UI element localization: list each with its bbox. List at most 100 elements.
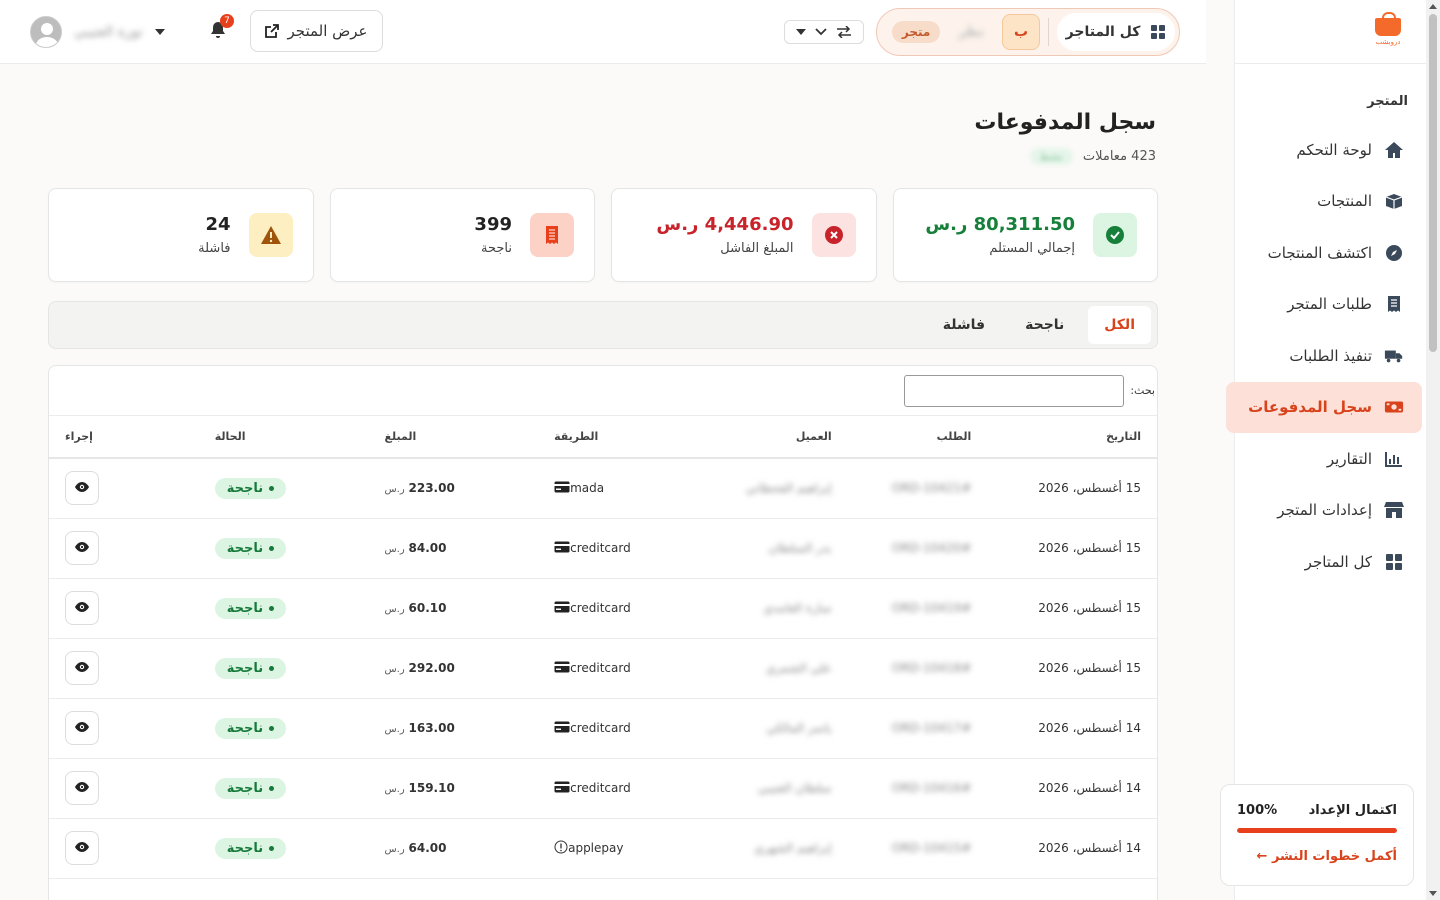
- scroll-down-arrow[interactable]: [1429, 891, 1437, 896]
- user-menu[interactable]: نورة العتيبي: [30, 16, 165, 48]
- grid-icon: [1384, 552, 1404, 572]
- table-row[interactable]: 15 أغسطس، 2026 #ORD-10420 بدر السلطان credi…: [49, 518, 1157, 579]
- view-payment-button[interactable]: [65, 471, 99, 506]
- cell-date: 15 أغسطس، 2026: [987, 638, 1157, 699]
- cell-currency: ر.س: [384, 784, 405, 795]
- cell-amount: 223.00: [408, 481, 455, 496]
- scroll-up-arrow[interactable]: [1429, 4, 1437, 9]
- sidebar-item-label: كل المتاجر: [1304, 552, 1372, 571]
- receipt-icon: [530, 213, 574, 257]
- cell-currency: ر.س: [384, 604, 405, 615]
- stat-card-2: 399 ناجحة: [329, 188, 595, 282]
- table-row[interactable]: 15 أغسطس، 2026 #ORD-10419 سارة الغامدي cred…: [49, 578, 1157, 639]
- store-chip-store[interactable]: متجر: [891, 21, 941, 43]
- complete-publish-steps-link[interactable]: أكمل خطوات النشر ←: [1237, 849, 1397, 864]
- sidebar-item-8[interactable]: كل المتاجر: [1226, 536, 1422, 588]
- store-chip-blurred[interactable]: نظر: [948, 14, 994, 50]
- notifications-badge: 7: [220, 14, 234, 28]
- cell-date: 14 أغسطس، 2026: [987, 698, 1157, 759]
- stat-value: 399: [474, 214, 512, 235]
- search-input[interactable]: [904, 374, 1125, 407]
- status-pill-blurred: نشط: [1029, 148, 1073, 165]
- store-swap-control[interactable]: [784, 20, 864, 44]
- view-payment-button[interactable]: [65, 591, 99, 625]
- home-icon: [1384, 140, 1404, 160]
- eye-icon: [74, 841, 90, 856]
- card-icon: [554, 601, 570, 616]
- sidebar-item-2[interactable]: اكتشف المنتجات: [1226, 227, 1422, 279]
- cell-order: #ORD-10418: [891, 661, 972, 675]
- view-payment-button[interactable]: [65, 711, 99, 745]
- column-header-1[interactable]: الطلب: [847, 416, 988, 459]
- tab-2[interactable]: فاشلة: [927, 306, 1001, 344]
- external-link-icon: [265, 24, 280, 38]
- cell-customer: علي الشمري: [766, 661, 832, 675]
- sidebar-item-5[interactable]: سجل المدفوعات: [1226, 381, 1422, 433]
- sidebar-item-7[interactable]: إعدادات المتجر: [1226, 485, 1422, 537]
- table-row[interactable]: 14 أغسطس، 2026 #ORD-10415 إبراهيم الشهري ap…: [49, 818, 1157, 879]
- user-caret-icon: [154, 29, 165, 35]
- brand-logo[interactable]: دروبشب: [1368, 12, 1408, 52]
- stats-row: 80,311.50 ر.س إجمالي المستلم 4,446.90 ر.س ا…: [48, 188, 1158, 282]
- sidebar-item-0[interactable]: لوحة التحكم: [1226, 124, 1422, 176]
- card-icon: [554, 781, 570, 796]
- search-label: بحث:: [1130, 384, 1155, 397]
- view-payment-button[interactable]: [65, 651, 99, 685]
- cell-date: 14 أغسطس، 2026: [987, 758, 1157, 819]
- column-header-0[interactable]: التاريخ: [987, 416, 1157, 459]
- sidebar-item-1[interactable]: المنتجات: [1226, 176, 1422, 228]
- card-icon: [554, 661, 570, 676]
- column-header-6[interactable]: إجراء: [49, 416, 199, 459]
- column-header-2[interactable]: العميل: [707, 416, 848, 459]
- status-badge: ناجحة: [214, 777, 287, 799]
- table-row[interactable]: 15 أغسطس، 2026 #ORD-10421 إبراهيم القحطاني…: [49, 458, 1157, 519]
- transactions-count: 423 معاملات: [1082, 149, 1156, 164]
- store-chip-b[interactable]: ب: [1002, 14, 1040, 50]
- sidebar-item-label: التقارير: [1326, 449, 1372, 468]
- page-scrollbar[interactable]: [1426, 0, 1440, 900]
- stat-value: 4,446.90 ر.س: [656, 214, 794, 235]
- tab-1[interactable]: ناجحة: [1009, 306, 1080, 344]
- status-badge: ناجحة: [214, 837, 287, 859]
- table-row[interactable]: 14 أغسطس، 2026 #ORD-10417 ياسر المالكي cred…: [49, 698, 1157, 759]
- cell-currency: ر.س: [384, 664, 405, 675]
- column-header-5[interactable]: الحالة: [198, 416, 369, 459]
- sidebar-item-6[interactable]: التقارير: [1226, 433, 1422, 485]
- cell-method: creditcard: [570, 601, 631, 615]
- card-icon: [554, 541, 570, 556]
- view-payment-button[interactable]: [65, 531, 99, 565]
- sidebar-item-label: طلبات المتجر: [1287, 295, 1372, 314]
- stat-label: إجمالي المستلم: [989, 241, 1075, 256]
- stat-card-3: 24 فاشلة: [48, 188, 314, 282]
- view-payment-button[interactable]: [65, 771, 99, 805]
- notifications-button[interactable]: 7: [206, 14, 234, 42]
- eye-icon: [74, 781, 90, 796]
- view-store-button[interactable]: عرض المتجر: [250, 10, 383, 52]
- setup-progress-bar: [1237, 828, 1397, 833]
- logo-text: دروبشب: [1375, 38, 1401, 46]
- stat-label: المبلغ الفاشل: [720, 241, 794, 256]
- cell-customer: سارة الغامدي: [763, 601, 832, 615]
- column-header-3[interactable]: الطريقة: [538, 416, 708, 459]
- cell-customer: إبراهيم القحطاني: [745, 481, 832, 496]
- info-icon: [554, 840, 568, 857]
- x-circle-icon: [811, 213, 856, 257]
- user-name: نورة العتيبي: [74, 24, 143, 40]
- all-stores-button[interactable]: كل المتاجر: [1057, 13, 1175, 51]
- sidebar-item-4[interactable]: تنفيذ الطلبات: [1226, 330, 1422, 382]
- tab-0[interactable]: الكل: [1088, 306, 1151, 344]
- table-row[interactable]: 14 أغسطس، 2026 #ORD-10416 سلطان العتيبي cre…: [49, 758, 1157, 819]
- view-payment-button[interactable]: [65, 831, 99, 865]
- sidebar-item-label: لوحة التحكم: [1296, 140, 1372, 159]
- cell-method: creditcard: [570, 781, 631, 795]
- sidebar-item-3[interactable]: طلبات المتجر: [1226, 279, 1422, 331]
- truck-icon: [1384, 346, 1404, 366]
- column-header-4[interactable]: المبلغ: [368, 416, 539, 459]
- cell-customer: سلطان العتيبي: [757, 781, 832, 795]
- scroll-thumb[interactable]: [1429, 14, 1437, 352]
- sidebar: دروبشب المتجر لوحة التحكم المنتجات اكتشف ا…: [1220, 0, 1426, 900]
- table-row[interactable]: 15 أغسطس، 2026 #ORD-10418 علي الشمري credit…: [49, 638, 1157, 699]
- setup-percent: 100%: [1237, 803, 1278, 818]
- setup-label: اكتمال الإعداد: [1308, 803, 1397, 818]
- all-stores-label: كل المتاجر: [1065, 24, 1141, 40]
